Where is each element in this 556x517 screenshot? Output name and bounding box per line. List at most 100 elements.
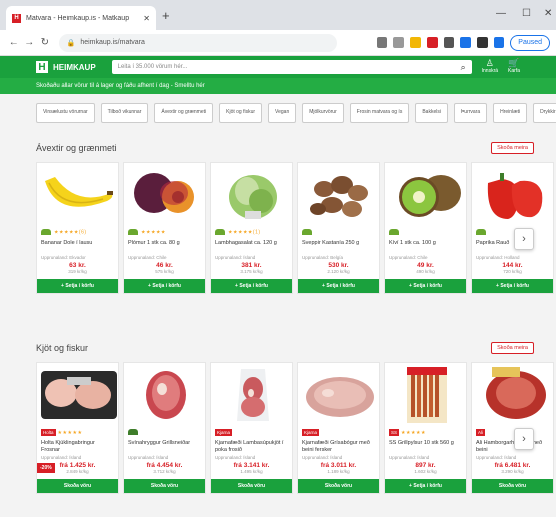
product-image[interactable] — [385, 163, 466, 225]
extension-heimkaup-icon[interactable] — [426, 37, 438, 48]
product-image[interactable] — [472, 163, 553, 225]
extension-drive-icon[interactable] — [493, 37, 505, 48]
view-product-button[interactable]: Skoða vöru — [298, 479, 379, 493]
close-window-icon[interactable]: ✕ — [544, 8, 552, 19]
rating-count: (1) — [252, 229, 261, 236]
product-image[interactable] — [472, 363, 553, 425]
category-chip[interactable]: Drykkir — [533, 103, 556, 123]
maximize-icon[interactable]: ☐ — [522, 8, 531, 19]
forward-icon[interactable]: → — [22, 37, 38, 48]
add-to-cart-button[interactable]: + Setja í körfu — [211, 279, 292, 293]
product-image[interactable] — [37, 163, 118, 225]
category-chip[interactable]: Frosin matvara og ís — [349, 103, 410, 123]
extension-dark-icon[interactable] — [476, 37, 488, 48]
product-price: 49 kr. — [417, 261, 434, 269]
product-name[interactable]: Svínahryggur Grillsneiðar — [128, 440, 201, 454]
product-image[interactable] — [211, 363, 292, 425]
product-name[interactable]: Sveppir Kastanía 250 g — [302, 240, 375, 254]
product-name[interactable]: Kíví 1 stk ca. 100 g — [389, 240, 462, 254]
product-name[interactable]: Kjarnafæði Grísabógur með beini fersker — [302, 440, 375, 454]
product-card[interactable]: Kíví 1 stk ca. 100 g Upprunaland: Chile … — [384, 162, 467, 294]
view-product-button[interactable]: Skoða vöru — [37, 479, 118, 493]
add-to-cart-button[interactable]: + Setja í körfu — [37, 279, 118, 293]
translate-icon[interactable] — [376, 37, 388, 48]
back-icon[interactable]: ← — [6, 37, 22, 48]
product-card[interactable]: Svínahryggur Grillsneiðar Upprunaland: Í… — [123, 362, 206, 494]
product-card[interactable]: ★★★★★(1) Lambhagasalat ca. 120 g Uppruna… — [210, 162, 293, 294]
product-image[interactable] — [124, 363, 205, 425]
product-card[interactable]: SS ★★★★★ SS Grillpylsur 10 stk 560 g Uppr… — [384, 362, 467, 494]
see-more-button[interactable]: Skoða meira — [491, 342, 534, 354]
login-button[interactable]: ♙ Innskrá — [482, 58, 498, 74]
profile-sync-button[interactable]: Paused — [510, 34, 551, 51]
category-chip[interactable]: Ávextir og grænmeti — [154, 103, 214, 123]
unit-price: 1.189 kr/kg — [327, 469, 350, 474]
product-name[interactable]: Holta Kjúklingabringur Frosnar — [41, 440, 114, 454]
browser-tab[interactable]: H Matvara - Heimkaup.is - Matkaup ✕ — [6, 6, 156, 30]
brand-logo-icon: Ali — [476, 429, 486, 436]
carousel-next-button[interactable]: › — [514, 228, 534, 250]
add-to-cart-button[interactable]: + Setja í körfu — [385, 279, 466, 293]
product-name[interactable]: Ali Hamborgarhryggur með beini — [476, 440, 549, 454]
product-card[interactable]: Kjarna Kjarnafæði Lambasúpukjöt í poka f… — [210, 362, 293, 494]
product-name[interactable]: SS Grillpylsur 10 stk 560 g — [389, 440, 462, 454]
product-card[interactable]: Sveppir Kastanía 250 g Upprunaland: Belg… — [297, 162, 380, 294]
product-card[interactable]: Paprika Rauð Upprunaland: Holland 144 kr… — [471, 162, 554, 294]
product-image[interactable] — [124, 163, 205, 225]
product-card[interactable]: Kjarna Kjarnafæði Grísabógur með beini f… — [297, 362, 380, 494]
product-image[interactable] — [37, 363, 118, 425]
product-name[interactable]: Plómur 1 stk ca. 80 g — [128, 240, 201, 254]
cart-button[interactable]: 🛒 Karfa — [508, 58, 520, 74]
reload-icon[interactable]: ↻ — [37, 37, 53, 48]
product-card[interactable]: ★★★★★ Plómur 1 stk ca. 80 g Upprunaland:… — [123, 162, 206, 294]
minimize-icon[interactable]: — — [496, 8, 506, 19]
bookmark-star-icon[interactable] — [410, 37, 421, 48]
product-name[interactable]: Paprika Rauð — [476, 240, 549, 254]
add-to-cart-button[interactable]: + Setja í körfu — [298, 279, 379, 293]
add-to-cart-button[interactable]: + Setja í körfu — [385, 479, 466, 493]
add-to-cart-button[interactable]: + Setja í körfu — [124, 279, 205, 293]
rating-count: (6) — [78, 229, 87, 236]
new-tab-icon[interactable]: + — [162, 8, 170, 23]
category-chip[interactable]: Hreinlæti — [493, 103, 528, 123]
close-tab-icon[interactable]: ✕ — [143, 14, 150, 23]
product-image[interactable] — [298, 363, 379, 425]
view-product-button[interactable]: Skoða vöru — [472, 479, 553, 493]
brand-logo-icon — [389, 229, 399, 235]
category-chip[interactable]: Vinsælustu vörurnar — [36, 103, 95, 123]
category-chip[interactable]: Vegan — [268, 103, 297, 123]
zoom-icon[interactable] — [393, 37, 405, 48]
product-image[interactable] — [211, 163, 292, 225]
category-chip[interactable]: Tilboð vikunnar — [100, 103, 149, 123]
carousel-next-button[interactable]: › — [514, 428, 534, 450]
brand-logo-icon — [476, 229, 486, 235]
category-chip[interactable]: Kjöt og fiskur — [219, 103, 263, 123]
promo-banner[interactable]: Skoðaðu allar vörur til á lager og fáðu … — [0, 78, 556, 94]
address-bar[interactable]: 🔒 heimkaup.is/matvara — [58, 33, 337, 52]
extension-icon[interactable] — [443, 37, 455, 48]
add-to-cart-button[interactable]: + Setja í körfu — [472, 279, 553, 293]
product-origin: Upprunaland: Ísland — [302, 455, 343, 460]
see-more-button[interactable]: Skoða meira — [491, 142, 534, 154]
product-name[interactable]: Lambhagasalat ca. 120 g — [215, 240, 288, 254]
brand-logo-icon: Kjarna — [215, 429, 233, 436]
category-chip[interactable]: Þurrvara — [453, 103, 488, 123]
heimkaup-logo-icon[interactable]: H — [36, 61, 48, 73]
product-image[interactable] — [298, 163, 379, 225]
product-name[interactable]: Kjarnafæði Lambasúpukjöt í poka frosið — [215, 440, 288, 454]
product-card[interactable]: Ali Ali Hamborgarhryggur með beini Uppru… — [471, 362, 554, 494]
extension-blue-icon[interactable] — [460, 37, 471, 48]
view-product-button[interactable]: Skoða vöru — [211, 479, 292, 493]
view-product-button[interactable]: Skoða vöru — [124, 479, 205, 493]
product-image[interactable] — [385, 363, 466, 425]
product-origin: Upprunaland: Ekvador — [41, 254, 86, 260]
category-chip[interactable]: Bakkelsi — [415, 103, 448, 123]
category-chip[interactable]: Mjólkurvörur — [302, 103, 344, 123]
search-input[interactable]: Leita í 35.000 vörum hér... ⌕ — [111, 60, 472, 74]
product-card[interactable]: Holta ★★★★★ Holta Kjúklingabringur Frosna… — [36, 362, 119, 494]
product-card[interactable]: ★★★★★(6) Bananar Dole í lausu Upprunalan… — [36, 162, 119, 294]
heimkaup-logo-text[interactable]: HEIMKAUP — [53, 63, 96, 72]
product-name[interactable]: Bananar Dole í lausu — [41, 240, 114, 254]
brand-logo-icon: SS — [389, 429, 400, 436]
search-icon[interactable]: ⌕ — [461, 62, 466, 73]
